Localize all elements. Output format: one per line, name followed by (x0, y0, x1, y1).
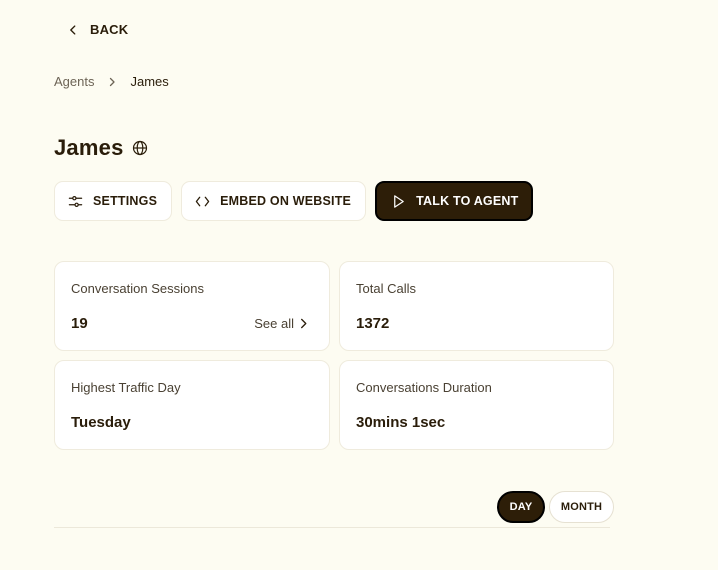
agent-actions: SETTINGS EMBED ON WEBSITE TALK TO AGENT (54, 181, 534, 221)
stat-card-conversations-duration: Conversations Duration 30mins 1sec (339, 360, 614, 450)
agent-detail-page: BACK Agents James James SETTINGS EMBED O… (0, 0, 718, 570)
settings-label: SETTINGS (93, 194, 158, 208)
page-title-row: James (54, 135, 148, 161)
stat-value: Tuesday (71, 414, 131, 431)
breadcrumb: Agents James (54, 74, 169, 89)
stat-label: Conversations Duration (356, 380, 492, 395)
code-icon (195, 196, 210, 206)
chevron-right-icon (110, 77, 116, 86)
breadcrumb-agents-link[interactable]: Agents (54, 74, 94, 89)
stat-label: Highest Traffic Day (71, 380, 181, 395)
breadcrumb-current: James (130, 74, 169, 89)
stat-label: Conversation Sessions (71, 281, 204, 296)
back-label: BACK (90, 22, 129, 37)
section-divider (54, 527, 610, 528)
back-button[interactable]: BACK (66, 22, 128, 37)
stat-value: 1372 (356, 315, 390, 332)
chevron-left-icon (70, 24, 76, 35)
see-all-link[interactable]: See all (254, 316, 309, 331)
talk-label: TALK TO AGENT (416, 194, 519, 208)
stat-card-conversation-sessions: Conversation Sessions 19 See all (54, 261, 330, 351)
sliders-icon (68, 195, 83, 207)
see-all-label: See all (254, 316, 294, 331)
period-toggle: DAY MONTH (497, 491, 614, 523)
play-icon (394, 194, 404, 208)
stats-grid: Conversation Sessions 19 See all Total C… (54, 261, 614, 450)
globe-icon (132, 140, 148, 156)
stat-label: Total Calls (356, 281, 416, 296)
stat-card-total-calls: Total Calls 1372 (339, 261, 614, 351)
stat-card-highest-traffic-day: Highest Traffic Day Tuesday (54, 360, 330, 450)
stat-value: 30mins 1sec (356, 414, 446, 431)
settings-button[interactable]: SETTINGS (54, 181, 173, 221)
stat-value: 19 (71, 315, 88, 332)
embed-label: EMBED ON WEBSITE (220, 194, 352, 208)
page-title: James (54, 135, 124, 160)
talk-to-agent-button[interactable]: TALK TO AGENT (375, 181, 534, 221)
breadcrumb-separator (106, 76, 118, 88)
month-toggle-button[interactable]: MONTH (549, 491, 614, 523)
day-toggle-button[interactable]: DAY (497, 491, 545, 523)
embed-on-website-button[interactable]: EMBED ON WEBSITE (181, 181, 367, 221)
chevron-right-icon (301, 318, 307, 329)
